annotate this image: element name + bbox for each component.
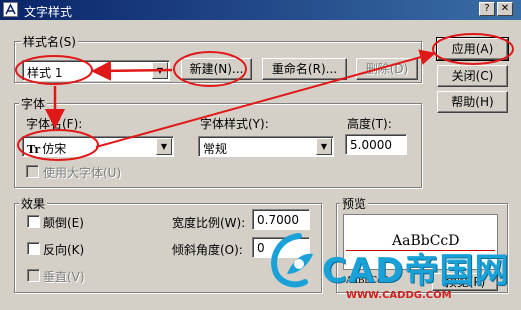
style-name-group-label: 样式名(S) <box>21 33 78 50</box>
help-button[interactable]: 帮助(H) <box>437 91 508 113</box>
style-name-value: 样式 1 <box>27 66 63 80</box>
big-font-label: 使用大字体(U) <box>43 166 122 180</box>
font-name-value: 仿宋 <box>42 142 67 156</box>
close-button[interactable]: 关闭(C) <box>437 65 508 87</box>
width-factor-input[interactable]: 0.7000 <box>252 209 310 230</box>
window-title: 文字样式 <box>24 5 73 19</box>
chevron-down-icon[interactable]: ▼ <box>156 138 172 155</box>
preview-group-label: 预览 <box>340 195 369 212</box>
upside-down-label: 颠倒(E) <box>43 216 84 230</box>
font-name-select[interactable]: Tr 仿宋 ▼ <box>22 136 174 157</box>
font-style-select[interactable]: 常规 ▼ <box>198 136 334 157</box>
question-icon: ? <box>484 3 490 14</box>
font-name-label: 字体名(F): <box>26 117 83 131</box>
height-input[interactable]: 5.0000 <box>345 134 407 155</box>
style-name-select[interactable]: 样式 1 ▼ <box>22 60 170 81</box>
delete-style-button[interactable]: 删除(D) <box>356 58 418 80</box>
oblique-angle-value: 0 <box>257 241 265 255</box>
text-style-dialog: 文字样式 ? ✕ 样式名(S) 样式 1 ▼ 新建(N)... 重命名(R)..… <box>0 0 521 310</box>
truetype-icon: Tr <box>27 143 41 156</box>
vertical-label: 垂直(V) <box>43 270 85 284</box>
width-factor-label: 宽度比例(W): <box>172 216 246 230</box>
width-factor-value: 0.7000 <box>257 213 299 227</box>
watermark-logo-text: CAD帝国网 <box>322 251 510 291</box>
rename-style-button[interactable]: 重命名(R)... <box>262 58 347 80</box>
effects-group-label: 效果 <box>19 195 48 212</box>
close-icon: ✕ <box>500 3 510 14</box>
help-title-button[interactable]: ? <box>479 2 495 16</box>
height-label: 高度(T): <box>347 117 392 131</box>
upside-down-checkbox[interactable] <box>27 215 40 228</box>
title-bar[interactable]: 文字样式 ? ✕ <box>0 0 521 20</box>
big-font-checkbox[interactable] <box>26 165 39 178</box>
height-value: 5.0000 <box>350 138 392 152</box>
watermark-url: WWW.CADDG.COM <box>346 290 452 301</box>
oblique-angle-label: 倾斜角度(O): <box>172 243 243 257</box>
cad-logo-icon <box>271 233 313 288</box>
chevron-down-icon[interactable]: ▼ <box>316 138 332 155</box>
new-style-button[interactable]: 新建(N)... <box>181 58 252 80</box>
app-icon <box>3 2 18 17</box>
close-title-button[interactable]: ✕ <box>497 2 513 16</box>
vertical-checkbox[interactable] <box>27 269 40 282</box>
backwards-label: 反向(K) <box>43 243 85 257</box>
chevron-down-icon[interactable]: ▼ <box>152 62 168 79</box>
font-style-value: 常规 <box>203 142 228 156</box>
apply-button[interactable]: 应用(A) <box>436 37 509 61</box>
font-style-label: 字体样式(Y): <box>200 117 269 131</box>
font-group-label: 字体 <box>19 95 48 112</box>
backwards-checkbox[interactable] <box>27 242 40 255</box>
